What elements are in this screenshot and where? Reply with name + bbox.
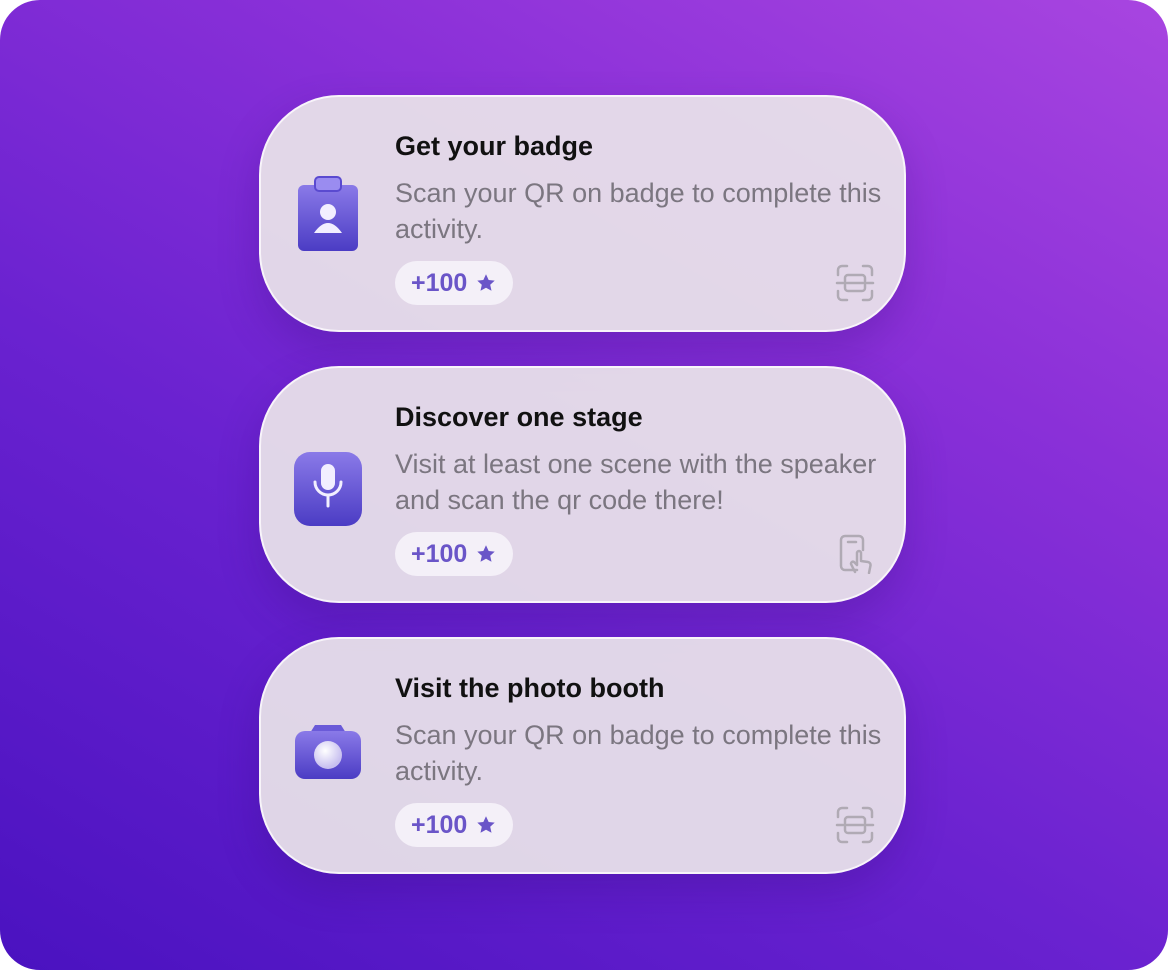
points-badge: +100 — [395, 261, 514, 305]
activity-card-get-badge[interactable]: Get your badge Scan your QR on badge to … — [259, 95, 906, 332]
qr-scan-icon[interactable] — [835, 805, 875, 845]
microphone-icon — [293, 446, 363, 526]
points-value: +100 — [411, 268, 468, 297]
phone-tap-icon[interactable] — [835, 534, 875, 574]
points-badge: +100 — [395, 532, 514, 576]
id-badge-icon — [293, 175, 363, 255]
activity-title: Visit the photo booth — [395, 673, 665, 703]
activity-card-photo-booth[interactable]: Visit the photo booth Scan your QR on ba… — [259, 637, 906, 874]
points-badge: +100 — [395, 803, 514, 847]
activity-description: Visit at least one scene with the speake… — [395, 449, 877, 515]
background-panel: Get your badge Scan your QR on badge to … — [0, 0, 1168, 970]
activity-description: Scan your QR on badge to complete this a… — [395, 720, 882, 786]
star-icon — [477, 816, 496, 833]
activity-description: Scan your QR on badge to complete this a… — [395, 178, 882, 244]
activity-title: Discover one stage — [395, 402, 643, 432]
star-icon — [477, 274, 496, 291]
star-icon — [477, 545, 496, 562]
activity-card-discover-stage[interactable]: Discover one stage Visit at least one sc… — [259, 366, 906, 603]
camera-icon — [293, 717, 363, 797]
activity-title: Get your badge — [395, 131, 594, 161]
qr-scan-icon[interactable] — [835, 263, 875, 303]
points-value: +100 — [411, 810, 468, 839]
points-value: +100 — [411, 539, 468, 568]
